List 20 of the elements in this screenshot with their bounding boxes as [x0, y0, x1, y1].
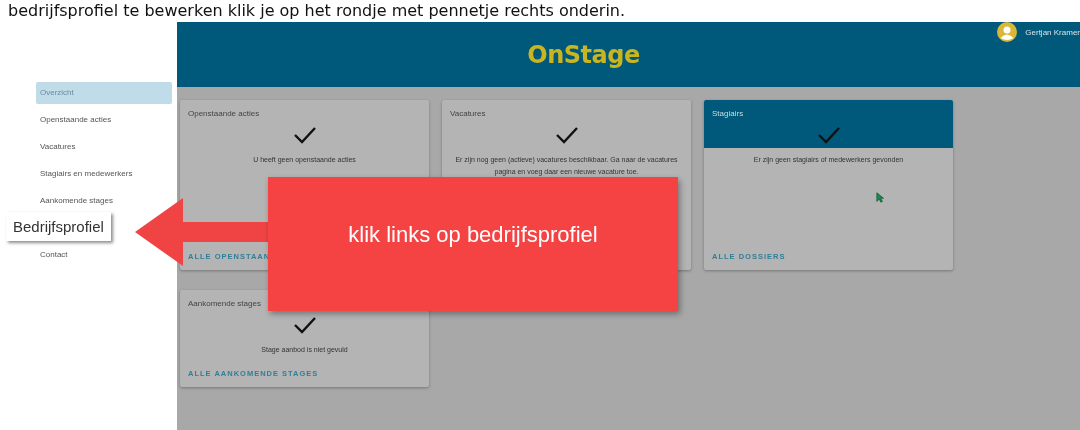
- card-title: Aankomende stages: [188, 299, 262, 308]
- sidebar-item[interactable]: Aankomende stages: [36, 190, 113, 212]
- user-name[interactable]: Gertjan Kramer: [1025, 27, 1080, 37]
- checkmark-icon: [816, 126, 841, 144]
- card-title: Vacatures: [450, 109, 487, 118]
- card-title: Stagiairs: [712, 109, 745, 118]
- checkmark-icon: [292, 126, 317, 144]
- cursor-icon: [876, 192, 884, 203]
- checkmark-icon: [292, 316, 317, 334]
- caption-text: bedrijfsprofiel te bewerken klik je op het rondje met pennetje rechts onderin.: [7, 0, 627, 22]
- card-title: Openstaande acties: [188, 109, 261, 118]
- logo-text: OnStage: [527, 40, 640, 69]
- sidebar-item[interactable]: Openstaande acties: [36, 109, 112, 131]
- sidebar-item[interactable]: Contact: [36, 244, 68, 266]
- avatar-icon[interactable]: [997, 22, 1018, 42]
- callout-label: Bedrijfsprofiel: [6, 212, 111, 241]
- sidebar-item[interactable]: Stagiairs en medewerkers: [36, 163, 133, 185]
- checkmark-icon: [554, 126, 579, 144]
- callout-text: klik links op bedrijfsprofiel: [348, 222, 598, 248]
- sidebar-item[interactable]: Vacatures: [36, 136, 76, 158]
